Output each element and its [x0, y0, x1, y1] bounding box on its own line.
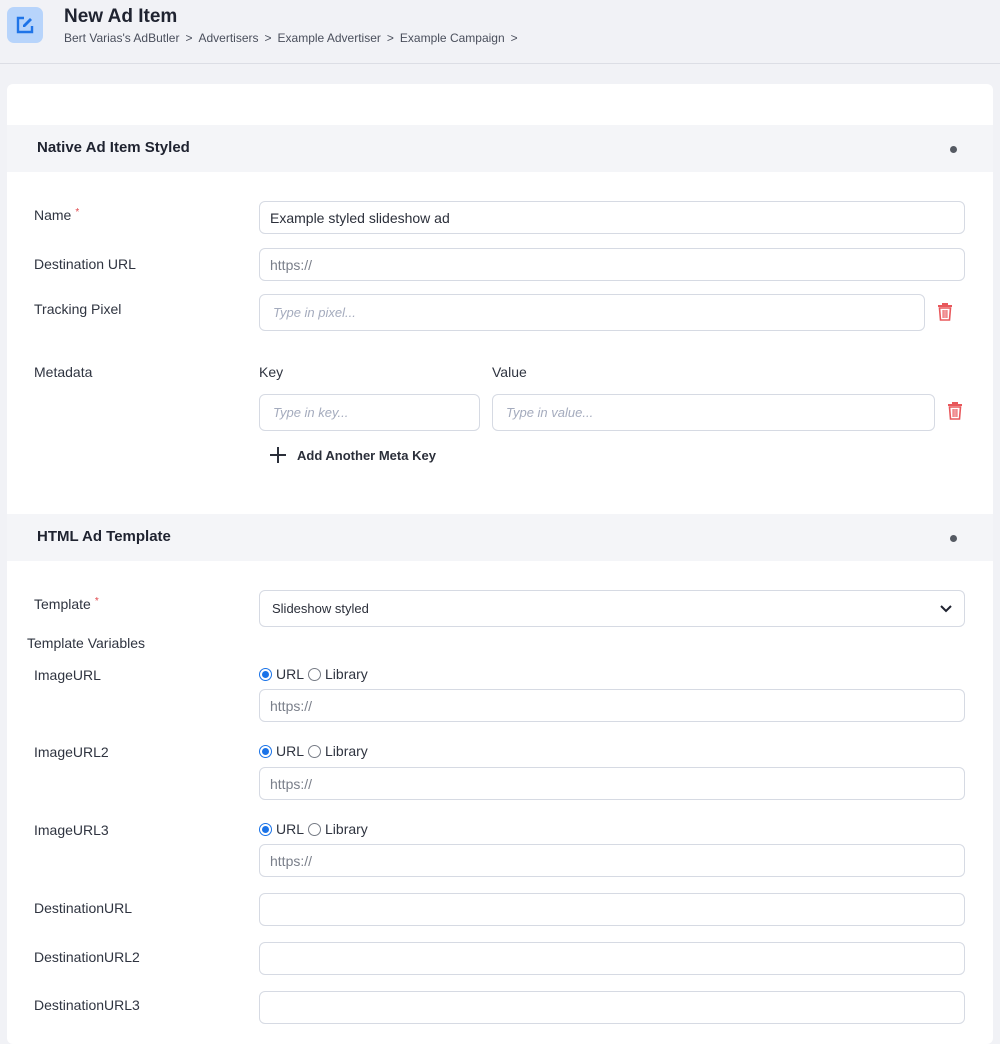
destination-url3-var-label: DestinationURL3: [34, 997, 140, 1013]
template-selected-value: Slideshow styled: [272, 601, 369, 616]
plus-icon: [270, 447, 286, 463]
section-title: HTML Ad Template: [37, 528, 171, 545]
metadata-key-header: Key: [259, 364, 284, 380]
tracking-pixel-input[interactable]: Type in pixel...: [259, 294, 925, 331]
radio-url[interactable]: URL: [259, 666, 304, 682]
template-variables-label: Template Variables: [27, 635, 146, 651]
radio-url[interactable]: URL: [259, 743, 304, 759]
metadata-key-input[interactable]: Type in key...: [259, 394, 480, 431]
required-mark: *: [94, 596, 99, 607]
breadcrumb-item-campaign[interactable]: Example Campaign: [400, 31, 505, 45]
radio-button[interactable]: [308, 744, 322, 758]
breadcrumb-separator: >: [264, 31, 272, 45]
metadata-label: Metadata: [34, 364, 93, 380]
delete-tracking-pixel-icon[interactable]: [937, 303, 953, 321]
destination-url2-var-input[interactable]: [259, 942, 965, 975]
image-url2-input[interactable]: https://: [259, 767, 965, 800]
breadcrumb-item-advertisers[interactable]: Advertisers: [198, 31, 258, 45]
tracking-pixel-label: Tracking Pixel: [34, 301, 122, 317]
template-section-header[interactable]: HTML Ad Template: [7, 514, 993, 561]
radio-library[interactable]: Library: [308, 743, 368, 759]
ad-item-form: Native Ad Item Styled Name * Example styl…: [7, 84, 993, 1044]
breadcrumb-separator: >: [386, 31, 394, 45]
breadcrumb-separator: >: [510, 31, 518, 45]
image-url-source-radios: URL Library: [259, 666, 372, 682]
radio-library[interactable]: Library: [308, 666, 368, 682]
native-section-header[interactable]: Native Ad Item Styled: [7, 125, 993, 172]
breadcrumb-item-advertiser[interactable]: Example Advertiser: [278, 31, 381, 45]
section-title: Native Ad Item Styled: [37, 139, 190, 156]
image-url3-source-radios: URL Library: [259, 821, 372, 837]
chevron-down-icon: [940, 604, 952, 612]
add-meta-key-button[interactable]: Add Another Meta Key: [269, 446, 436, 464]
edit-square-icon: [7, 7, 43, 43]
collapse-dot-icon[interactable]: [950, 535, 957, 542]
template-label: Template *: [34, 596, 99, 612]
image-url-input[interactable]: https://: [259, 689, 965, 722]
destination-url-label: Destination URL: [34, 256, 136, 272]
breadcrumb-item-account[interactable]: Bert Varias's AdButler: [64, 31, 179, 45]
delete-metadata-icon[interactable]: [947, 402, 963, 420]
radio-button-checked[interactable]: [259, 744, 272, 758]
breadcrumb-separator: >: [185, 31, 193, 45]
radio-button-checked[interactable]: [259, 822, 272, 836]
metadata-value-header: Value: [492, 364, 527, 380]
name-label: Name *: [34, 207, 80, 223]
template-select[interactable]: Slideshow styled: [259, 590, 965, 627]
radio-button[interactable]: [308, 822, 322, 836]
destination-url-var-input[interactable]: [259, 893, 965, 926]
name-input[interactable]: Example styled slideshow ad: [259, 201, 965, 234]
radio-url[interactable]: URL: [259, 821, 304, 837]
radio-button-checked[interactable]: [259, 667, 272, 681]
destination-url-var-label: DestinationURL: [34, 900, 133, 916]
destination-url2-var-label: DestinationURL2: [34, 949, 140, 965]
breadcrumb: Bert Varias's AdButler > Advertisers > E…: [64, 31, 524, 45]
image-url2-source-radios: URL Library: [259, 743, 372, 759]
destination-url-input[interactable]: https://: [259, 248, 965, 281]
metadata-value-input[interactable]: Type in value...: [492, 394, 935, 431]
add-meta-key-label: Add Another Meta Key: [297, 447, 436, 463]
radio-button[interactable]: [308, 667, 322, 681]
image-url2-label: ImageURL2: [34, 744, 109, 760]
image-url3-input[interactable]: https://: [259, 844, 965, 877]
image-url3-label: ImageURL3: [34, 822, 109, 838]
page-header: New Ad Item Bert Varias's AdButler > Adv…: [0, 0, 1000, 64]
image-url-label: ImageURL: [34, 667, 101, 683]
required-mark: *: [75, 207, 80, 218]
collapse-dot-icon[interactable]: [950, 146, 957, 153]
radio-library[interactable]: Library: [308, 821, 368, 837]
page-title: New Ad Item: [64, 6, 178, 27]
destination-url3-var-input[interactable]: [259, 991, 965, 1024]
